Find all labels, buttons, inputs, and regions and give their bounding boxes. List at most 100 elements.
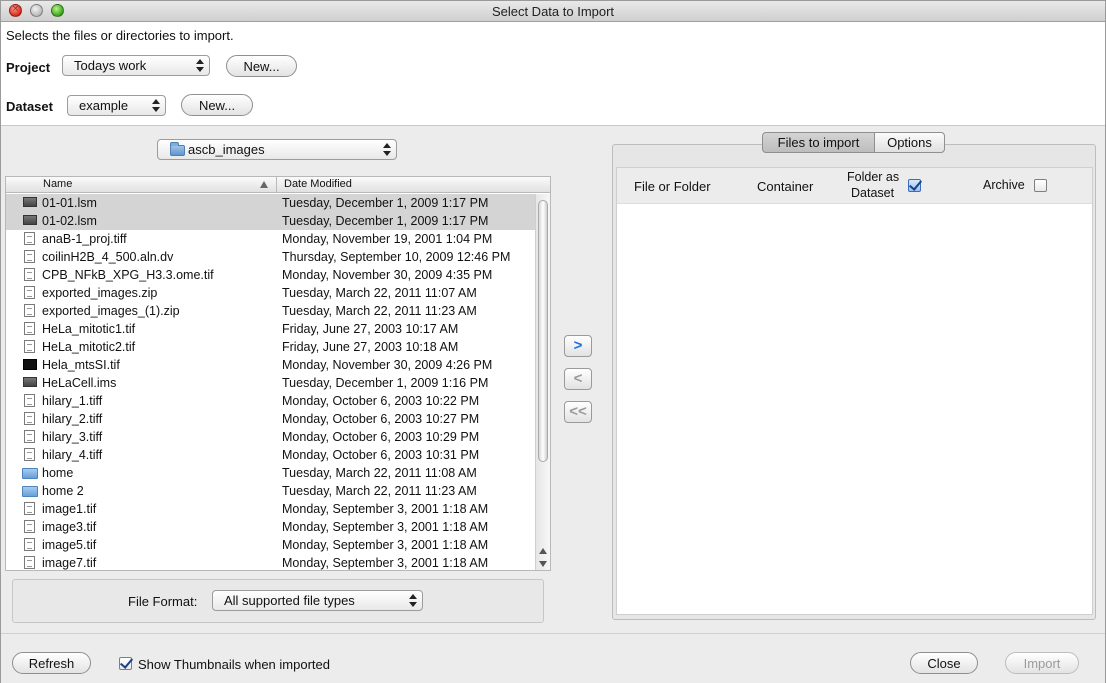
file-row[interactable]: coilinH2B_4_500.aln.dv Thursday, Septembe…: [6, 248, 536, 266]
file-format-label: File Format:: [128, 594, 198, 609]
new-dataset-button[interactable]: New...: [181, 94, 253, 116]
file-table-header: Name Date Modified: [6, 177, 550, 193]
date-column-header[interactable]: Date Modified: [284, 178, 352, 190]
document-icon: [24, 322, 35, 335]
archive-checkbox[interactable]: [1034, 179, 1047, 192]
document-icon: [24, 394, 35, 407]
file-format-select[interactable]: All supported file types: [212, 590, 423, 611]
show-thumbnails-label: Show Thumbnails when imported: [138, 657, 330, 672]
file-row[interactable]: HeLa_mitotic1.tif Friday, June 27, 2003 1…: [6, 320, 536, 338]
container-column-header: Container: [757, 179, 814, 194]
document-icon: [24, 502, 35, 515]
file-name: anaB-1_proj.tiff: [42, 232, 127, 246]
file-row[interactable]: hilary_3.tiff Monday, October 6, 2003 10:…: [6, 428, 536, 446]
file-date-modified: Monday, November 30, 2009 4:35 PM: [282, 268, 493, 282]
dataset-select-value: example: [79, 98, 129, 113]
dataset-label: Dataset: [6, 99, 53, 114]
document-icon: [24, 340, 35, 353]
file-name: CPB_NFkB_XPG_H3.3.ome.tif: [42, 268, 214, 282]
document-icon: [24, 556, 35, 569]
folder-as-dataset-header-line1: Folder as: [847, 170, 900, 184]
file-name: HeLa_mitotic2.tif: [42, 340, 136, 354]
file-row[interactable]: home 2 Tuesday, March 22, 2011 11:23 AM: [6, 482, 536, 500]
document-icon: [24, 412, 35, 425]
file-row[interactable]: hilary_2.tiff Monday, October 6, 2003 10:…: [6, 410, 536, 428]
project-select[interactable]: Todays work: [62, 55, 210, 76]
remove-from-queue-button[interactable]: <: [564, 368, 592, 390]
tab-files-to-import[interactable]: Files to import: [762, 132, 875, 153]
file-chooser: ascb_images Name Date Modified 01-01.lsm…: [1, 128, 553, 628]
scroll-down-icon[interactable]: [539, 561, 547, 567]
import-button[interactable]: Import: [1005, 652, 1079, 674]
scroll-up-icon[interactable]: [539, 548, 547, 554]
file-date-modified: Thursday, September 10, 2009 12:46 PM: [282, 250, 511, 264]
file-row[interactable]: hilary_1.tiff Monday, October 6, 2003 10:…: [6, 392, 536, 410]
refresh-button[interactable]: Refresh: [12, 652, 91, 674]
folder-icon: [22, 486, 38, 497]
file-date-modified: Monday, September 3, 2001 1:18 AM: [282, 502, 489, 516]
file-row[interactable]: CPB_NFkB_XPG_H3.3.ome.tif Monday, Novembe…: [6, 266, 536, 284]
file-date-modified: Monday, September 3, 2001 1:18 AM: [282, 538, 489, 552]
file-row[interactable]: exported_images.zip Tuesday, March 22, 20…: [6, 284, 536, 302]
document-icon: [24, 232, 35, 245]
file-date-modified: Monday, September 3, 2001 1:18 AM: [282, 520, 489, 534]
add-to-queue-button[interactable]: >: [564, 335, 592, 357]
import-queue-header: File or Folder Container Folder as Datas…: [617, 168, 1092, 204]
file-row[interactable]: hilary_4.tiff Monday, October 6, 2003 10:…: [6, 446, 536, 464]
file-row[interactable]: image5.tif Monday, September 3, 2001 1:18…: [6, 536, 536, 554]
file-row[interactable]: image1.tif Monday, September 3, 2001 1:18…: [6, 500, 536, 518]
project-select-value: Todays work: [74, 58, 147, 73]
file-name: image5.tif: [42, 538, 97, 552]
file-name: home: [42, 466, 74, 480]
file-date-modified: Monday, November 30, 2009 4:26 PM: [282, 358, 493, 372]
tab-options[interactable]: Options: [874, 132, 945, 153]
document-icon: [24, 538, 35, 551]
updown-arrows-icon: [196, 58, 204, 73]
file-name: hilary_2.tiff: [42, 412, 103, 426]
archive-column-header: Archive: [983, 178, 1025, 192]
document-icon: [24, 520, 35, 533]
file-row[interactable]: 01-01.lsm Tuesday, December 1, 2009 1:17 …: [6, 194, 536, 212]
updown-arrows-icon: [152, 98, 160, 113]
folder-icon: [170, 142, 185, 156]
file-row[interactable]: anaB-1_proj.tiff Monday, November 19, 200…: [6, 230, 536, 248]
name-column-header[interactable]: Name: [43, 178, 72, 190]
folder-select-value: ascb_images: [188, 142, 265, 157]
project-label: Project: [6, 60, 51, 75]
file-row[interactable]: HeLaCell.ims Tuesday, December 1, 2009 1:…: [6, 374, 536, 392]
file-date-modified: Tuesday, March 22, 2011 11:07 AM: [282, 286, 477, 300]
title-bar: × Select Data to Import: [1, 1, 1105, 22]
file-date-modified: Monday, October 6, 2003 10:22 PM: [282, 394, 480, 408]
scrollbar-thumb[interactable]: [538, 200, 548, 462]
file-rows: 01-01.lsm Tuesday, December 1, 2009 1:17 …: [6, 194, 536, 570]
new-project-button[interactable]: New...: [226, 55, 297, 77]
file-date-modified: Tuesday, March 22, 2011 11:08 AM: [282, 466, 477, 480]
file-row[interactable]: Hela_mtsSI.tif Monday, November 30, 2009 …: [6, 356, 536, 374]
file-table-scrollbar[interactable]: [535, 194, 550, 570]
file-date-modified: Tuesday, December 1, 2009 1:17 PM: [282, 196, 489, 210]
close-button[interactable]: Close: [910, 652, 978, 674]
import-queue-table: File or Folder Container Folder as Datas…: [616, 167, 1093, 615]
dataset-select[interactable]: example: [67, 95, 166, 116]
file-name: home 2: [42, 484, 84, 498]
file-table: Name Date Modified 01-01.lsm Tuesday, Dec…: [5, 176, 551, 571]
folder-as-dataset-checkbox[interactable]: [908, 179, 921, 192]
file-name: hilary_3.tiff: [42, 430, 103, 444]
file-name: exported_images.zip: [42, 286, 158, 300]
file-date-modified: Tuesday, December 1, 2009 1:17 PM: [282, 214, 489, 228]
dialog-description: Selects the files or directories to impo…: [6, 28, 234, 43]
file-format-panel: File Format: All supported file types: [12, 579, 544, 623]
file-row[interactable]: home Tuesday, March 22, 2011 11:08 AM: [6, 464, 536, 482]
file-row[interactable]: image7.tif Monday, September 3, 2001 1:18…: [6, 554, 536, 570]
bottom-bar: Refresh Show Thumbnails when imported Cl…: [1, 633, 1105, 683]
file-row[interactable]: 01-02.lsm Tuesday, December 1, 2009 1:17 …: [6, 212, 536, 230]
file-date-modified: Monday, October 6, 2003 10:29 PM: [282, 430, 480, 444]
show-thumbnails-checkbox[interactable]: [119, 657, 132, 670]
document-icon: [24, 250, 35, 263]
file-row[interactable]: exported_images_(1).zip Tuesday, March 22…: [6, 302, 536, 320]
file-row[interactable]: HeLa_mitotic2.tif Friday, June 27, 2003 1…: [6, 338, 536, 356]
folder-select[interactable]: ascb_images: [157, 139, 397, 160]
remove-all-button[interactable]: <<: [564, 401, 592, 423]
file-row[interactable]: image3.tif Monday, September 3, 2001 1:18…: [6, 518, 536, 536]
file-name: HeLa_mitotic1.tif: [42, 322, 136, 336]
